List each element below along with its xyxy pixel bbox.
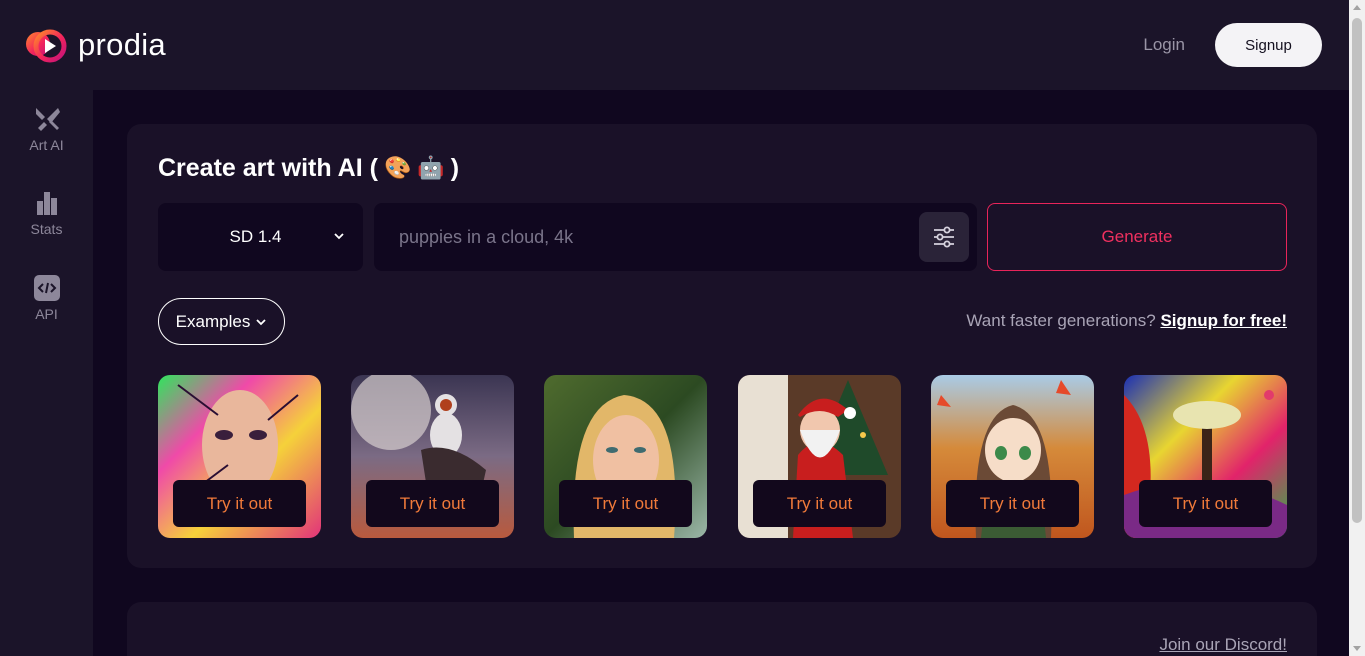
settings-button[interactable] bbox=[919, 212, 969, 262]
try-it-out-button[interactable]: Try it out bbox=[1139, 480, 1272, 527]
title-text: Create art with AI ( bbox=[158, 154, 378, 182]
sidebar-item-label: Stats bbox=[30, 221, 63, 237]
login-link[interactable]: Login bbox=[1143, 35, 1185, 55]
sliders-icon bbox=[934, 226, 954, 248]
try-it-out-button[interactable]: Try it out bbox=[753, 480, 886, 527]
page-scrollbar[interactable] bbox=[1349, 0, 1365, 656]
examples-label: Examples bbox=[175, 311, 251, 331]
prodia-logo-icon bbox=[26, 29, 67, 63]
sidebar-item-api[interactable]: API bbox=[0, 274, 93, 322]
sidebar-item-label: Art AI bbox=[29, 137, 64, 153]
sidebar-item-label: API bbox=[35, 306, 58, 322]
try-it-out-button[interactable]: Try it out bbox=[559, 480, 692, 527]
example-thumbnail[interactable]: Try it out bbox=[351, 375, 514, 538]
brand-name: prodia bbox=[78, 27, 166, 62]
model-select[interactable]: SD 1.4 bbox=[158, 203, 363, 271]
header-actions: Login Signup bbox=[1143, 23, 1322, 67]
palette-emoji-icon: 🎨 bbox=[383, 156, 412, 181]
top-header: prodia Login Signup bbox=[0, 0, 1349, 90]
try-it-out-button[interactable]: Try it out bbox=[173, 480, 306, 527]
generate-button[interactable]: Generate bbox=[987, 203, 1287, 271]
try-it-out-button[interactable]: Try it out bbox=[366, 480, 499, 527]
page-title: Create art with AI ( 🎨 🤖 ) bbox=[158, 154, 459, 183]
scroll-down-icon[interactable] bbox=[1353, 646, 1361, 651]
faster-generations-note: Want faster generations? Signup for free… bbox=[966, 311, 1287, 331]
bar-chart-icon bbox=[36, 192, 57, 215]
sidebar: Art AI Stats API bbox=[0, 90, 93, 656]
example-thumbnail[interactable]: Try it out bbox=[544, 375, 707, 538]
example-thumbnail[interactable]: Try it out bbox=[158, 375, 321, 538]
prompt-input[interactable] bbox=[374, 203, 914, 271]
discord-link[interactable]: Join our Discord! bbox=[1159, 635, 1287, 655]
examples-dropdown[interactable]: Examples bbox=[158, 298, 285, 345]
title-close: ) bbox=[450, 154, 460, 182]
robot-emoji-icon: 🤖 bbox=[417, 156, 445, 181]
create-art-panel: Create art with AI ( 🎨 🤖 ) SD 1.4 Genera… bbox=[127, 124, 1317, 568]
brand[interactable]: prodia bbox=[24, 26, 166, 64]
example-thumbnail[interactable]: Try it out bbox=[931, 375, 1094, 538]
faster-text: Want faster generations? bbox=[966, 311, 1156, 330]
signup-button[interactable]: Signup bbox=[1215, 23, 1322, 67]
example-thumbnail[interactable]: Try it out bbox=[738, 375, 901, 538]
example-thumbnail[interactable]: Try it out bbox=[1124, 375, 1287, 538]
model-select-value: SD 1.4 bbox=[229, 227, 282, 246]
chevron-down-icon bbox=[256, 318, 266, 325]
chevron-down-icon bbox=[334, 233, 344, 240]
community-panel: Join our Discord! bbox=[127, 602, 1317, 656]
prompt-field bbox=[374, 203, 977, 271]
sidebar-item-stats[interactable]: Stats bbox=[0, 189, 93, 237]
code-icon bbox=[33, 275, 60, 301]
brush-icon bbox=[35, 108, 60, 131]
sidebar-item-art-ai[interactable]: Art AI bbox=[0, 105, 93, 153]
scrollbar-thumb[interactable] bbox=[1352, 18, 1362, 523]
scroll-up-icon[interactable] bbox=[1353, 5, 1361, 10]
try-it-out-button[interactable]: Try it out bbox=[946, 480, 1079, 527]
signup-free-link[interactable]: Signup for free! bbox=[1160, 311, 1287, 330]
